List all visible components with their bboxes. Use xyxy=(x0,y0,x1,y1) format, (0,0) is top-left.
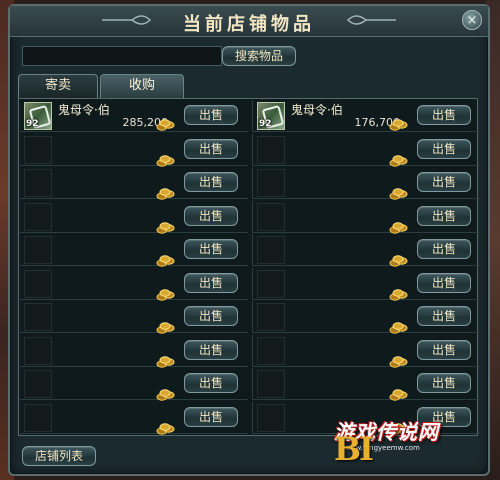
item-slot[interactable]: 出售 xyxy=(20,301,248,334)
sell-button[interactable]: 出售 xyxy=(417,138,471,159)
item-slot[interactable]: 出售 xyxy=(252,267,480,301)
item-slot[interactable]: 出售 xyxy=(20,268,248,301)
gold-coin-icon xyxy=(156,420,176,435)
gold-coin-icon xyxy=(156,386,176,401)
token-icon[interactable]: 92 xyxy=(257,102,285,130)
item-slot[interactable]: 出售 xyxy=(252,167,480,200)
item-slot[interactable]: 出售 xyxy=(252,368,480,401)
sell-button[interactable]: 出售 xyxy=(417,205,471,226)
gold-coin-icon xyxy=(156,185,176,200)
empty-slot-icon[interactable] xyxy=(24,403,52,432)
item-slot[interactable]: 出售 xyxy=(20,368,248,401)
title-bar[interactable]: 当前店铺物品 × xyxy=(10,6,488,37)
empty-slot-icon[interactable] xyxy=(24,269,52,298)
empty-slot-icon[interactable] xyxy=(257,269,285,298)
empty-slot-icon[interactable] xyxy=(24,202,52,231)
gold-coin-icon xyxy=(389,353,409,368)
empty-slot-icon[interactable] xyxy=(257,169,285,197)
gold-coin-icon xyxy=(389,386,409,401)
empty-slot-icon[interactable] xyxy=(257,236,285,264)
gold-coin-icon xyxy=(156,353,176,368)
sell-button[interactable]: 出售 xyxy=(417,239,471,259)
sell-button[interactable]: 出售 xyxy=(417,172,471,192)
sell-button[interactable]: 出售 xyxy=(184,406,238,427)
token-icon[interactable]: 92 xyxy=(24,102,52,130)
item-slot[interactable]: 出售 xyxy=(252,334,480,368)
sell-button[interactable]: 出售 xyxy=(417,272,471,293)
search-items-button[interactable]: 搜索物品 xyxy=(222,46,296,66)
sell-button[interactable]: 出售 xyxy=(184,373,238,393)
empty-slot-icon[interactable] xyxy=(24,236,52,264)
empty-slot-icon[interactable] xyxy=(257,202,285,231)
store-list-button[interactable]: 店铺列表 xyxy=(22,446,96,466)
item-level: 92 xyxy=(26,119,39,129)
window-title: 当前店铺物品 xyxy=(183,14,315,35)
item-slot[interactable]: 出售 xyxy=(20,167,248,200)
sell-button[interactable]: 出售 xyxy=(417,105,471,125)
item-slot[interactable]: 出售 xyxy=(20,402,248,435)
watermark-letters: BI xyxy=(334,430,374,468)
item-slot[interactable]: 出售 xyxy=(20,134,248,167)
empty-slot-icon[interactable] xyxy=(257,303,285,331)
gold-coin-icon xyxy=(389,252,409,267)
item-slot[interactable]: 92 鬼母令·伯 285,200 出售 xyxy=(20,100,248,132)
gold-coin-icon xyxy=(389,319,409,334)
empty-slot-icon[interactable] xyxy=(24,135,52,164)
sell-button[interactable]: 出售 xyxy=(184,105,238,125)
gold-coin-icon xyxy=(156,319,176,334)
gold-coin-icon xyxy=(156,219,176,234)
shop-items-window: 当前店铺物品 × 搜索物品 寄卖 收购 92 鬼母令·伯 285,200 出售 92 鬼母… xyxy=(8,4,490,476)
item-slot[interactable]: 出售 xyxy=(20,335,248,368)
empty-slot-icon[interactable] xyxy=(257,336,285,365)
sell-button[interactable]: 出售 xyxy=(184,205,238,226)
gold-coin-icon xyxy=(156,152,176,167)
sell-button[interactable]: 出售 xyxy=(184,172,238,192)
gold-coin-icon xyxy=(389,116,409,131)
gold-coin-icon xyxy=(156,116,176,131)
tab-consign[interactable]: 寄卖 xyxy=(18,74,98,98)
item-slot[interactable]: 出售 xyxy=(252,301,480,334)
sell-button[interactable]: 出售 xyxy=(184,239,238,259)
gold-coin-icon xyxy=(156,252,176,267)
sell-button[interactable]: 出售 xyxy=(184,306,238,326)
gold-coin-icon xyxy=(156,286,176,301)
gold-coin-icon xyxy=(389,219,409,234)
item-slot[interactable]: 出售 xyxy=(252,200,480,234)
empty-slot-icon[interactable] xyxy=(257,135,285,164)
close-button[interactable]: × xyxy=(462,10,482,30)
sell-button[interactable]: 出售 xyxy=(417,339,471,360)
empty-slot-icon[interactable] xyxy=(24,303,52,331)
sell-button[interactable]: 出售 xyxy=(184,138,238,159)
empty-slot-icon[interactable] xyxy=(24,370,52,398)
item-level: 92 xyxy=(259,119,272,129)
sell-button[interactable]: 出售 xyxy=(184,272,238,293)
gold-coin-icon xyxy=(389,185,409,200)
sell-button[interactable]: 出售 xyxy=(417,306,471,326)
empty-slot-icon[interactable] xyxy=(24,336,52,365)
gold-coin-icon xyxy=(389,152,409,167)
empty-slot-icon[interactable] xyxy=(257,403,285,432)
empty-slot-icon[interactable] xyxy=(257,370,285,398)
empty-slot-icon[interactable] xyxy=(24,169,52,197)
gold-coin-icon xyxy=(389,286,409,301)
item-slot[interactable]: 92 鬼母令·伯 176,700 出售 xyxy=(252,100,480,132)
item-name: 鬼母令·伯 xyxy=(58,103,110,117)
item-slot[interactable]: 出售 xyxy=(20,201,248,234)
item-slot[interactable]: 出售 xyxy=(252,133,480,167)
sell-button[interactable]: 出售 xyxy=(417,373,471,393)
item-list: 92 鬼母令·伯 285,200 出售 92 鬼母令·伯 176,700 出售 出售 出售 出售 出售… xyxy=(18,98,480,436)
search-input[interactable] xyxy=(22,46,222,66)
sell-button[interactable]: 出售 xyxy=(184,339,238,360)
close-icon: × xyxy=(466,13,478,28)
item-slot[interactable]: 出售 xyxy=(252,234,480,267)
tab-purchase[interactable]: 收购 xyxy=(100,74,184,98)
item-slot[interactable]: 出售 xyxy=(20,234,248,267)
title-ornament-right-icon xyxy=(346,15,396,25)
item-name: 鬼母令·伯 xyxy=(291,103,343,117)
